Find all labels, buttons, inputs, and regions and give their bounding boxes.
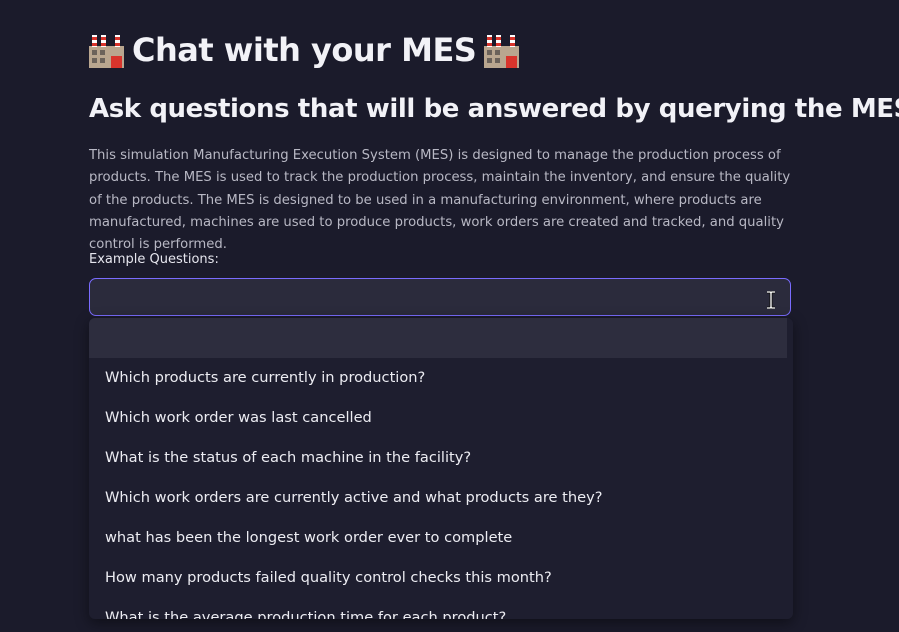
dropdown-option[interactable]: Which work orders are currently active a… bbox=[89, 478, 787, 518]
dropdown-options-list: Which products are currently in producti… bbox=[89, 318, 787, 619]
example-questions-select[interactable] bbox=[89, 278, 791, 316]
page-title-row: Chat with your MES bbox=[89, 28, 520, 72]
dropdown-option[interactable]: Which products are currently in producti… bbox=[89, 358, 787, 398]
dropdown-scrollbar[interactable] bbox=[787, 318, 793, 619]
factory-icon bbox=[484, 35, 520, 68]
dropdown-option-empty[interactable] bbox=[89, 318, 787, 358]
text-cursor-icon bbox=[767, 291, 775, 309]
page-title: Chat with your MES bbox=[132, 31, 477, 69]
example-questions-dropdown: Which products are currently in producti… bbox=[89, 318, 793, 619]
example-questions-label: Example Questions: bbox=[89, 252, 219, 267]
dropdown-option[interactable]: Which work order was last cancelled bbox=[89, 398, 787, 438]
description-text: This simulation Manufacturing Execution … bbox=[89, 148, 791, 253]
dropdown-option[interactable]: What is the average production time for … bbox=[89, 598, 787, 619]
dropdown-option[interactable]: What is the status of each machine in th… bbox=[89, 438, 787, 478]
dropdown-option[interactable]: what has been the longest work order eve… bbox=[89, 518, 787, 558]
page-subtitle: Ask questions that will be answered by q… bbox=[89, 94, 899, 124]
app-page: Chat with your MES Ask questions that wi… bbox=[0, 0, 899, 632]
factory-icon bbox=[89, 35, 124, 68]
dropdown-option[interactable]: How many products failed quality control… bbox=[89, 558, 787, 598]
